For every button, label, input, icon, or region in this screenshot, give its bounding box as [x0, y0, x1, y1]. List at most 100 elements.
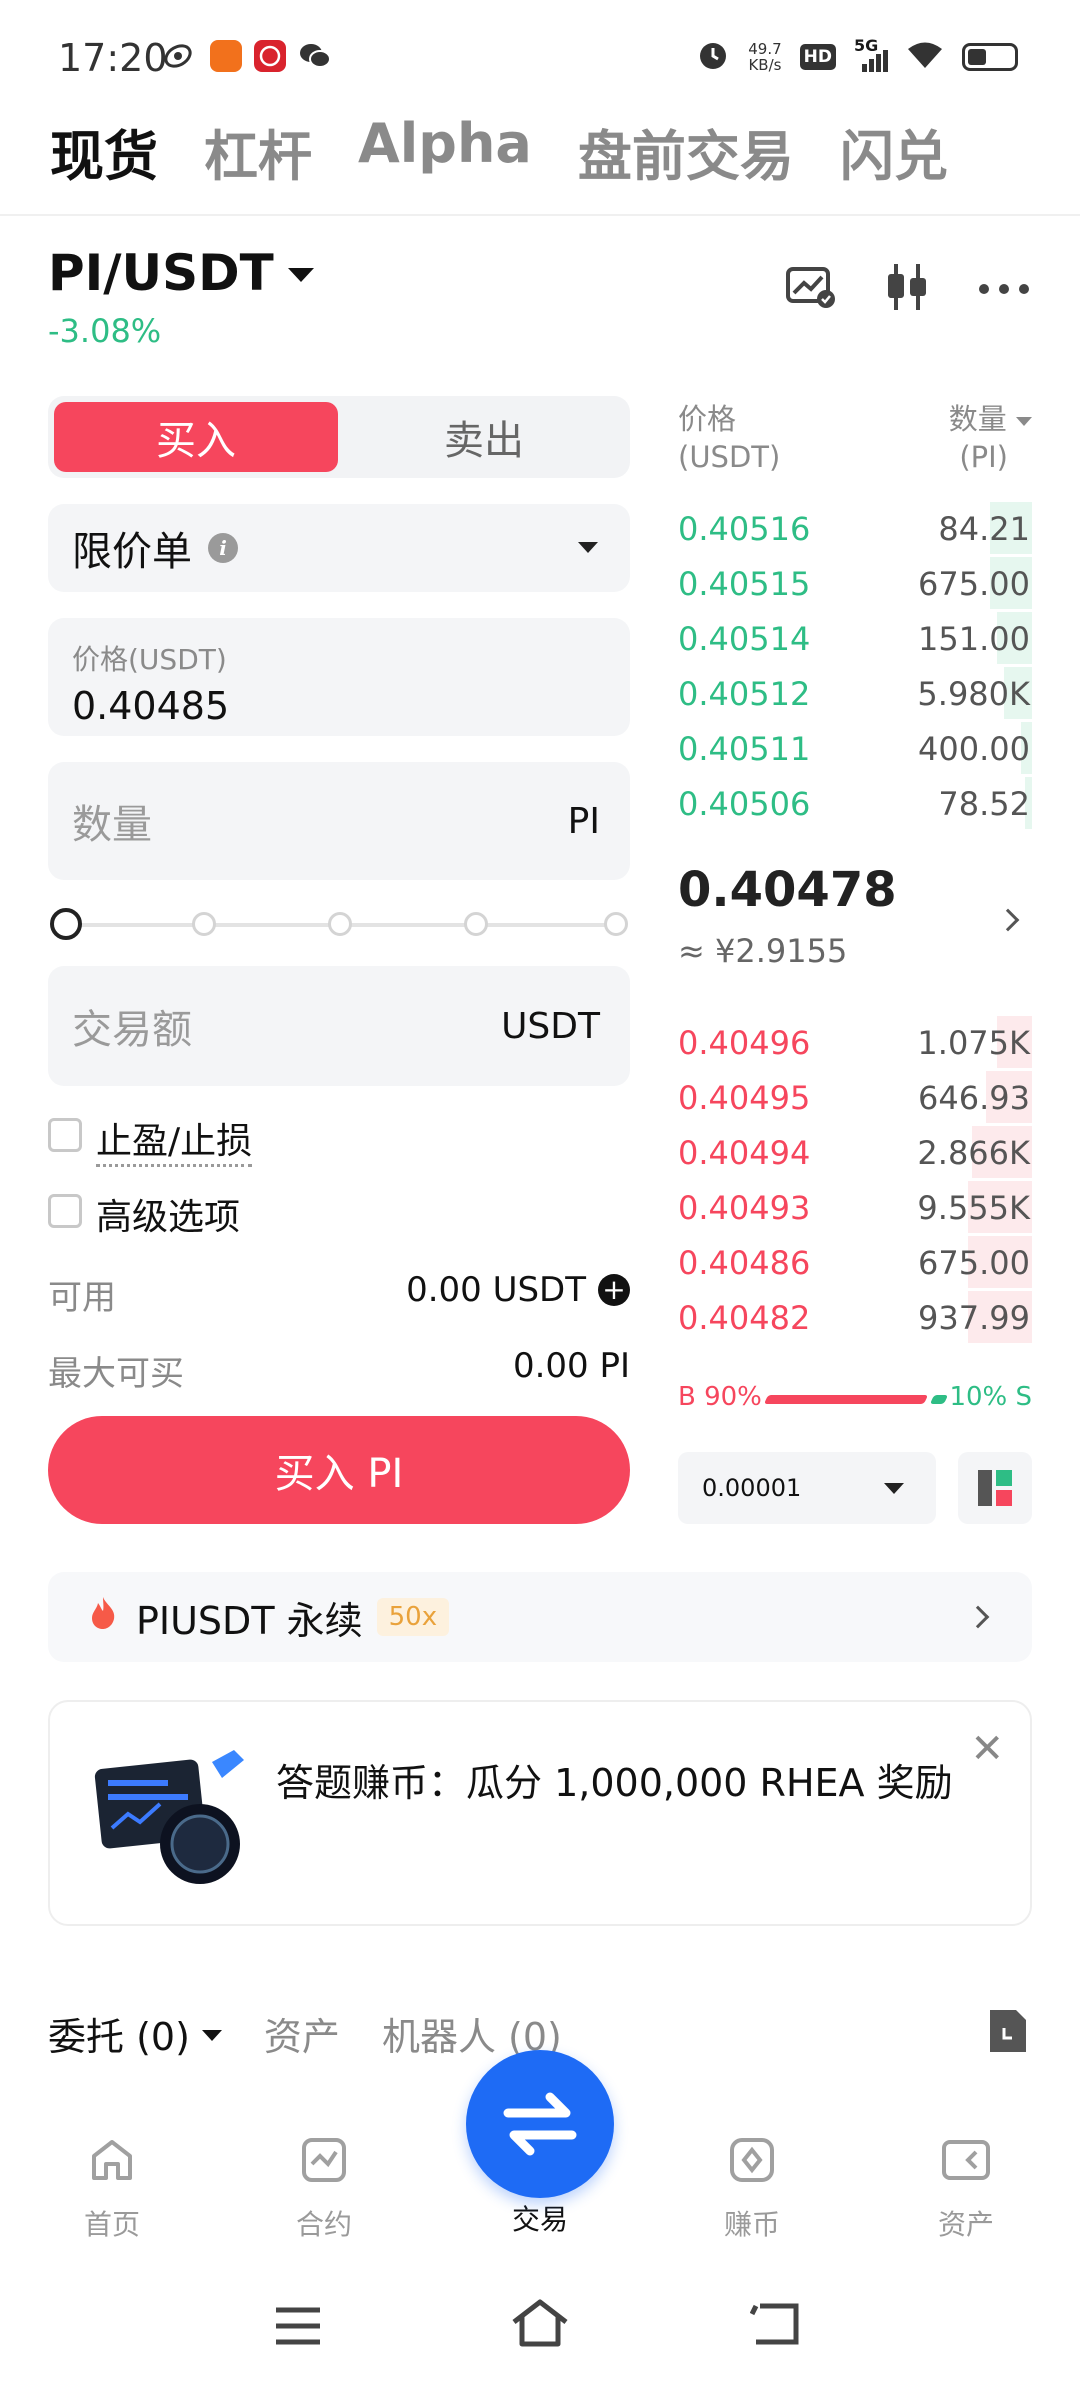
ask-quantity: 400.00 [918, 730, 1030, 768]
orderbook-layout-button[interactable] [958, 1452, 1032, 1524]
trade-fab-button[interactable] [466, 2050, 614, 2198]
bid-row[interactable]: 0.40496 1.075K [678, 1016, 1032, 1068]
nav-trade[interactable]: 交易 [470, 2198, 610, 2238]
nav-assets[interactable]: 资产 [896, 2134, 1036, 2243]
bid-price: 0.40486 [678, 1244, 811, 1282]
tab-orders[interactable]: 委托 (0) [48, 2006, 222, 2061]
wechat-icon [298, 40, 331, 72]
advanced-label[interactable]: 高级选项 [96, 1188, 240, 1240]
ask-row[interactable]: 0.40515 675.00 [678, 557, 1032, 609]
earn-icon [730, 2138, 774, 2182]
red-app-notification-icon [254, 40, 286, 72]
ask-price: 0.40516 [678, 510, 811, 548]
market-type-tabs: 现货 杠杆 Alpha 盘前交易 闪兑 [50, 112, 948, 191]
bid-row[interactable]: 0.40482 937.99 [678, 1291, 1032, 1343]
price-input[interactable]: 价格(USDT) 0.40485 [48, 618, 630, 736]
pair-change: -3.08% [48, 312, 162, 350]
ask-price: 0.40515 [678, 565, 811, 603]
quantity-input[interactable]: 数量 PI [48, 762, 630, 880]
app-notification-icon [162, 40, 194, 72]
chevron-down-icon [884, 1483, 904, 1494]
info-icon[interactable]: i [208, 533, 238, 563]
promo-illustration-icon [94, 1744, 254, 1898]
home-button-icon[interactable] [510, 2298, 570, 2352]
futures-label: PIUSDT 永续 [136, 1598, 363, 1643]
tab-premarket[interactable]: 盘前交易 [578, 112, 794, 191]
slider-stop-100[interactable] [604, 912, 628, 936]
max-buy-value: 0.00 PI [512, 1346, 630, 1386]
menu-icon[interactable] [274, 2306, 322, 2350]
tp-sl-label[interactable]: 止盈/止损 [96, 1112, 253, 1167]
hd-icon: HD [799, 44, 836, 70]
last-price-cny: ≈ ¥2.9155 [678, 932, 848, 970]
add-funds-icon[interactable]: + [598, 1274, 630, 1306]
slider-stop-50[interactable] [328, 912, 352, 936]
precision-value: 0.00001 [702, 1474, 802, 1502]
amount-placeholder: 交易额 [72, 1007, 192, 1053]
nav-futures-label: 合约 [295, 2208, 352, 2241]
ask-row[interactable]: 0.40512 5.980K [678, 667, 1032, 719]
precision-select[interactable]: 0.00001 [678, 1452, 936, 1524]
slider-stop-75[interactable] [464, 912, 488, 936]
pair-selector[interactable]: PI/USDT [48, 244, 314, 302]
nav-futures[interactable]: 合约 [254, 2134, 394, 2243]
bid-row[interactable]: 0.40486 675.00 [678, 1236, 1032, 1288]
ask-row[interactable]: 0.40511 400.00 [678, 722, 1032, 774]
header-divider [0, 214, 1080, 216]
promo-card[interactable]: 答题赚币：瓜分 1,000,000 RHEA 奖励 ✕ [48, 1700, 1032, 1926]
candlestick-icon[interactable] [884, 262, 930, 316]
nav-home[interactable]: 首页 [42, 2134, 182, 2243]
bid-price: 0.40496 [678, 1024, 811, 1062]
bid-price: 0.40493 [678, 1189, 811, 1227]
ask-row[interactable]: 0.40506 78.52 [678, 777, 1032, 829]
advanced-checkbox[interactable] [48, 1194, 82, 1228]
tab-spot[interactable]: 现货 [50, 112, 158, 191]
chevron-down-icon [201, 2030, 222, 2041]
chevron-down-icon [287, 268, 314, 282]
order-type-select[interactable]: 限价单 i [48, 504, 630, 592]
more-icon[interactable] [978, 280, 1030, 299]
ask-quantity: 675.00 [918, 565, 1030, 603]
status-indicators: 49.7 KB/s HD 5G [696, 36, 1018, 76]
ask-quantity: 5.980K [917, 675, 1030, 713]
ob-qty-header-unit: (PI) [959, 440, 1008, 474]
sell-tab[interactable]: 卖出 [344, 402, 624, 472]
buy-button[interactable]: 买入 PI [48, 1416, 630, 1524]
back-icon[interactable] [749, 2302, 802, 2350]
chevron-right-icon [966, 1605, 990, 1629]
buy-tab[interactable]: 买入 [54, 402, 338, 472]
wifi-icon [906, 40, 944, 74]
order-history-icon[interactable] [986, 2006, 1030, 2060]
tab-convert[interactable]: 闪兑 [840, 112, 948, 191]
nav-assets-label: 资产 [937, 2208, 994, 2241]
bid-price: 0.40482 [678, 1299, 811, 1337]
ob-qty-header-label: 数量 [949, 400, 1032, 438]
ask-row[interactable]: 0.40516 84.21 [678, 502, 1032, 554]
tab-margin[interactable]: 杠杆 [204, 112, 312, 191]
ask-row[interactable]: 0.40514 151.00 [678, 612, 1032, 664]
pair-name: PI/USDT [48, 244, 274, 302]
bid-row[interactable]: 0.40493 9.555K [678, 1181, 1032, 1233]
chevron-right-icon[interactable] [996, 908, 1020, 932]
tp-sl-checkbox[interactable] [48, 1118, 82, 1152]
nav-earn[interactable]: 赚币 [682, 2134, 822, 2243]
tab-alpha[interactable]: Alpha [358, 112, 532, 191]
amount-input[interactable]: 交易额 USDT [48, 966, 630, 1086]
network-type: 5G [854, 36, 879, 55]
ob-qty-header[interactable]: 数量 (PI) [949, 400, 1032, 476]
close-icon[interactable]: ✕ [970, 1726, 1004, 1772]
tab-assets[interactable]: 资产 [264, 2006, 340, 2061]
bid-row[interactable]: 0.40495 646.93 [678, 1071, 1032, 1123]
chart-icon[interactable] [786, 265, 836, 313]
signal-icon: 5G [854, 36, 888, 72]
available-value-group: 0.00 USDT + [406, 1270, 630, 1310]
price-value[interactable]: 0.40485 [72, 684, 606, 728]
tp-sl-text: 止盈/止损 [96, 1121, 253, 1167]
amount-slider[interactable] [48, 908, 630, 940]
sell-ratio-bar [929, 1395, 949, 1404]
slider-handle[interactable] [50, 908, 82, 940]
futures-banner[interactable]: PIUSDT 永续 50x [48, 1572, 1032, 1662]
bid-row[interactable]: 0.40494 2.866K [678, 1126, 1032, 1178]
swap-icon [503, 2092, 577, 2156]
slider-stop-25[interactable] [192, 912, 216, 936]
